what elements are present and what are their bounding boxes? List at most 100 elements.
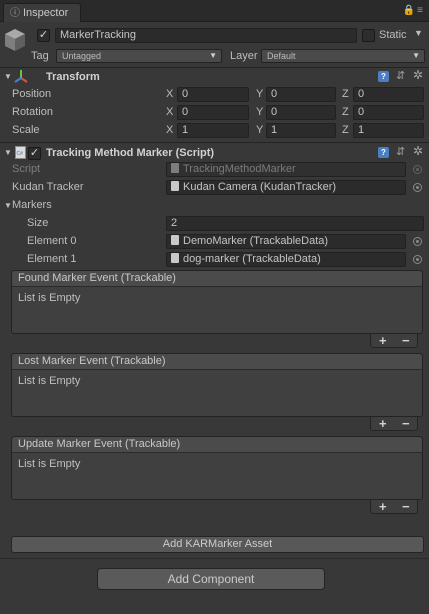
- svg-text:C#: C#: [17, 151, 24, 157]
- chevron-down-icon: ▼: [209, 51, 217, 60]
- gear-icon[interactable]: ✲: [413, 69, 425, 82]
- remove-listener-button[interactable]: −: [402, 416, 410, 431]
- markers-label: Markers: [12, 199, 52, 211]
- kudan-tracker-field[interactable]: Kudan Camera (KudanTracker): [166, 180, 406, 195]
- event-list-controls: + −: [370, 499, 418, 514]
- transform-title: Transform: [46, 71, 100, 83]
- tag-value: Untagged: [62, 51, 102, 61]
- position-y-field[interactable]: 0: [266, 87, 336, 102]
- script-label: Script: [12, 163, 41, 175]
- event-empty-text: List is Empty: [18, 292, 81, 304]
- element-0-value: DemoMarker (TrackableData): [183, 235, 329, 247]
- layer-dropdown[interactable]: Default ▼: [261, 49, 425, 63]
- rotation-y-field[interactable]: 0: [266, 105, 336, 120]
- object-picker-icon: [413, 165, 422, 174]
- element-1-value: dog-marker (TrackableData): [183, 253, 321, 265]
- asset-icon: [171, 235, 179, 245]
- kudan-tracker-value: Kudan Camera (KudanTracker): [183, 181, 337, 193]
- element-0-field[interactable]: DemoMarker (TrackableData): [166, 234, 406, 249]
- size-field[interactable]: 2: [166, 216, 424, 231]
- axis-y-label[interactable]: Y: [256, 88, 263, 100]
- object-picker-icon[interactable]: [413, 255, 422, 264]
- gameobject-header: ✓ MarkerTracking Static ▼ Tag Untagged ▼ …: [0, 22, 429, 66]
- menu-icon[interactable]: ≡: [417, 5, 425, 16]
- layer-value: Default: [267, 51, 296, 61]
- script-value: TrackingMethodMarker: [183, 163, 296, 175]
- chevron-down-icon: ▼: [412, 51, 420, 60]
- remove-listener-button[interactable]: −: [402, 499, 410, 514]
- update-marker-event: Update Marker Event (Trackable) List is …: [11, 436, 423, 500]
- fold-arrow-icon[interactable]: ▼: [4, 148, 12, 157]
- tab-inspector[interactable]: ⓘ Inspector: [3, 3, 81, 22]
- element-1-field[interactable]: dog-marker (TrackableData): [166, 252, 406, 267]
- position-x-field[interactable]: 0: [177, 87, 249, 102]
- event-header: Found Marker Event (Trackable): [12, 271, 422, 287]
- script-component-header[interactable]: ▼ C# ✓ Tracking Method Marker (Script) ?…: [0, 144, 429, 162]
- object-picker-icon[interactable]: [413, 237, 422, 246]
- lock-icon[interactable]: 🔒: [403, 5, 417, 16]
- event-header: Update Marker Event (Trackable): [12, 437, 422, 453]
- scale-y-field[interactable]: 1: [266, 123, 336, 138]
- static-label: Static: [379, 29, 407, 41]
- tag-dropdown[interactable]: Untagged ▼: [56, 49, 222, 63]
- inspector-footer: Add Component: [0, 558, 429, 614]
- info-icon: ⓘ: [10, 8, 20, 19]
- axis-z-label[interactable]: Z: [342, 106, 349, 118]
- kudan-tracker-label: Kudan Tracker: [12, 181, 84, 193]
- layer-label: Layer: [230, 50, 258, 62]
- axis-x-label[interactable]: X: [166, 88, 173, 100]
- inspector-tabbar: ⓘ Inspector 🔒≡: [0, 0, 429, 22]
- script-file-icon: C#: [15, 146, 26, 159]
- fold-arrow-icon[interactable]: ▼: [4, 201, 12, 210]
- add-listener-button[interactable]: +: [379, 416, 387, 431]
- gear-icon[interactable]: ✲: [413, 145, 425, 158]
- static-checkbox[interactable]: [362, 29, 375, 42]
- object-picker-icon[interactable]: [413, 183, 422, 192]
- transform-header[interactable]: ▼ Transform ? ⇵ ✲: [0, 69, 429, 87]
- axis-z-label[interactable]: Z: [342, 124, 349, 136]
- add-component-button[interactable]: Add Component: [97, 568, 325, 590]
- element-0-label: Element 0: [27, 235, 77, 247]
- axis-z-label[interactable]: Z: [342, 88, 349, 100]
- rotation-z-field[interactable]: 0: [353, 105, 424, 120]
- scale-z-field[interactable]: 1: [353, 123, 424, 138]
- help-icon[interactable]: ?: [378, 71, 389, 82]
- active-checkbox[interactable]: ✓: [37, 29, 50, 42]
- preset-icon[interactable]: ⇵: [396, 147, 408, 158]
- divider: [0, 142, 429, 143]
- rotation-x-field[interactable]: 0: [177, 105, 249, 120]
- script-component-title: Tracking Method Marker (Script): [46, 147, 215, 159]
- preset-icon[interactable]: ⇵: [396, 71, 408, 82]
- gameobject-name-input[interactable]: MarkerTracking: [55, 28, 357, 43]
- axis-x-label[interactable]: X: [166, 124, 173, 136]
- rotation-label: Rotation: [12, 106, 53, 118]
- gameobject-cube-icon: [5, 29, 25, 51]
- lost-marker-event: Lost Marker Event (Trackable) List is Em…: [11, 353, 423, 417]
- scale-x-field[interactable]: 1: [177, 123, 249, 138]
- event-list-controls: + −: [370, 416, 418, 431]
- divider: [0, 67, 429, 68]
- static-dropdown-icon[interactable]: ▼: [414, 28, 423, 38]
- element-1-label: Element 1: [27, 253, 77, 265]
- position-label: Position: [12, 88, 52, 100]
- position-z-field[interactable]: 0: [353, 87, 424, 102]
- asset-icon: [171, 253, 179, 263]
- remove-listener-button[interactable]: −: [402, 333, 410, 348]
- tag-label: Tag: [31, 50, 49, 62]
- event-header: Lost Marker Event (Trackable): [12, 354, 422, 370]
- add-listener-button[interactable]: +: [379, 499, 387, 514]
- help-icon[interactable]: ?: [378, 147, 389, 158]
- script-file-icon: [171, 163, 179, 173]
- size-label: Size: [27, 217, 49, 229]
- axis-y-label[interactable]: Y: [256, 124, 263, 136]
- axis-y-label[interactable]: Y: [256, 106, 263, 118]
- event-list-controls: + −: [370, 333, 418, 348]
- event-empty-text: List is Empty: [18, 375, 81, 387]
- component-enabled-checkbox[interactable]: ✓: [28, 147, 41, 160]
- transform-axes-icon: [14, 70, 28, 83]
- add-listener-button[interactable]: +: [379, 333, 387, 348]
- script-reference-field: TrackingMethodMarker: [166, 162, 406, 177]
- add-karmarker-asset-button[interactable]: Add KARMarker Asset: [11, 536, 424, 553]
- fold-arrow-icon[interactable]: ▼: [4, 72, 12, 81]
- axis-x-label[interactable]: X: [166, 106, 173, 118]
